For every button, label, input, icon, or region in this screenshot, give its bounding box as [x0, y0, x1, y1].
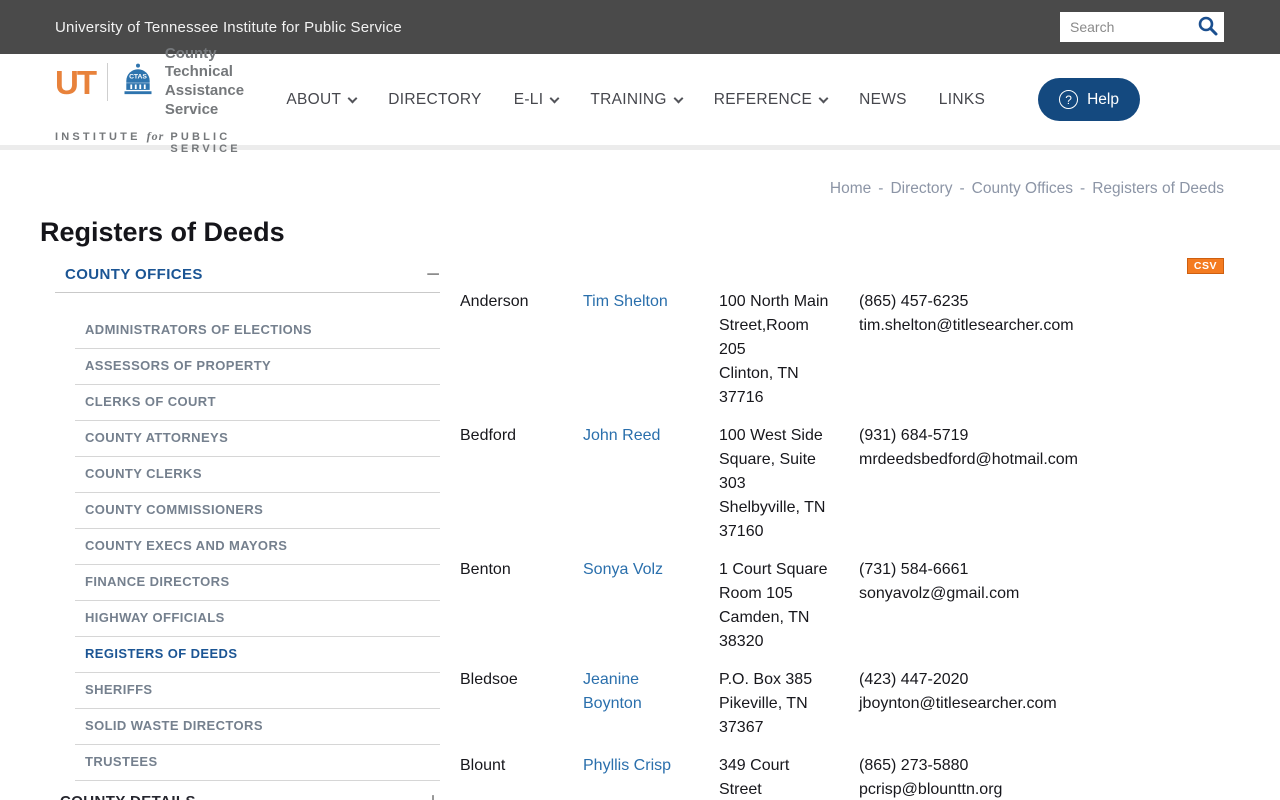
sidebar-item-registers-of-deeds[interactable]: REGISTERS OF DEEDS — [75, 637, 440, 673]
nav-item-training[interactable]: TRAINING — [590, 91, 684, 109]
sidebar-item-trustees[interactable]: TRUSTEES — [75, 745, 440, 781]
ctas-logo[interactable]: UT CTAS County Technical Assistance Serv — [55, 45, 286, 155]
official-link[interactable]: Phyllis Crisp — [583, 754, 719, 800]
institute-title: University of Tennessee Institute for Pu… — [55, 18, 402, 36]
org-name: County Technical Assistance Service — [164, 44, 245, 118]
breadcrumb-directory[interactable]: Directory — [890, 180, 952, 197]
help-button[interactable]: ? Help — [1038, 78, 1140, 121]
nav-item-links[interactable]: LINKS — [939, 91, 985, 109]
nav-item-directory[interactable]: DIRECTORY — [388, 91, 481, 109]
search-box — [1060, 12, 1224, 42]
county-cell: Benton — [460, 561, 511, 578]
email: sonyavolz@gmail.com — [859, 585, 1020, 602]
breadcrumb-county-offices[interactable]: County Offices — [972, 180, 1073, 197]
official-link[interactable]: John Reed — [583, 424, 719, 544]
sidebar-item-finance-directors[interactable]: FINANCE DIRECTORS — [75, 565, 440, 601]
contact-cell: (731) 584-6661 sonyavolz@gmail.com — [859, 558, 1224, 654]
ut-logo: UT — [55, 63, 97, 101]
email: tim.shelton@titlesearcher.com — [859, 317, 1074, 334]
directory-table: CSV Anderson Tim Shelton 100 North Main … — [440, 258, 1224, 800]
sidebar-item-assessors-of-property[interactable]: ASSESSORS OF PROPERTY — [75, 349, 440, 385]
chevron-down-icon — [549, 93, 560, 103]
contact-cell: (865) 273-5880 pcrisp@blounttn.org — [859, 754, 1224, 800]
phone: (865) 273-5880 — [859, 757, 969, 774]
accordion-label: COUNTY DETAILS — [60, 793, 196, 800]
chevron-down-icon — [673, 93, 684, 103]
address-cell: 100 North Main Street,Room 205 Clinton, … — [719, 293, 829, 406]
question-mark-icon: ? — [1059, 90, 1079, 109]
registers-list: Anderson Tim Shelton 100 North Main Stre… — [460, 290, 1224, 800]
accordion-county-details[interactable]: COUNTY DETAILS + — [55, 781, 440, 800]
capitol-dome-icon: CTAS — [120, 62, 156, 103]
breadcrumb-current: Registers of Deeds — [1092, 180, 1224, 197]
page-title: Registers of Deeds — [40, 217, 285, 247]
phone: (731) 584-6661 — [859, 561, 969, 578]
page-content: Home - Directory - County Offices - Registers … — [0, 180, 1280, 800]
sidebar-item-county-execs-and-mayors[interactable]: COUNTY EXECS AND MAYORS — [75, 529, 440, 565]
sidebar-list: ADMINISTRATORS OF ELECTIONS ASSESSORS OF… — [75, 313, 440, 781]
sidebar-item-county-attorneys[interactable]: COUNTY ATTORNEYS — [75, 421, 440, 457]
sidebar-item-solid-waste-directors[interactable]: SOLID WASTE DIRECTORS — [75, 709, 440, 745]
sidebar: COUNTY OFFICES − ADMINISTRATORS OF ELECT… — [40, 258, 440, 800]
institute-tagline: INSTITUTE for PUBLIC SERVICE — [55, 128, 241, 155]
address-cell: 100 West Side Square, Suite 303 Shelbyvi… — [719, 427, 826, 540]
phone: (423) 447-2020 — [859, 671, 969, 688]
sidebar-item-county-clerks[interactable]: COUNTY CLERKS — [75, 457, 440, 493]
breadcrumb-separator: - — [1080, 180, 1086, 197]
email: pcrisp@blounttn.org — [859, 781, 1003, 798]
breadcrumb: Home - Directory - County Offices - Registers … — [40, 180, 1224, 200]
phone: (931) 684-5719 — [859, 427, 969, 444]
sidebar-item-administrators-of-elections[interactable]: ADMINISTRATORS OF ELECTIONS — [75, 313, 440, 349]
phone: (865) 457-6235 — [859, 293, 969, 310]
nav-item-about[interactable]: ABOUT — [286, 91, 358, 109]
address-cell: P.O. Box 385 Pikeville, TN 37367 — [719, 671, 813, 736]
county-cell: Blount — [460, 757, 506, 774]
accordion-county-offices[interactable]: COUNTY OFFICES − — [55, 258, 440, 293]
chevron-down-icon — [347, 93, 358, 103]
official-link[interactable]: Tim Shelton — [583, 290, 719, 410]
breadcrumb-separator: - — [959, 180, 965, 197]
sidebar-item-county-commissioners[interactable]: COUNTY COMMISSIONERS — [75, 493, 440, 529]
minus-icon: − — [425, 260, 440, 288]
county-cell: Anderson — [460, 293, 529, 310]
plus-icon: + — [426, 789, 440, 800]
county-cell: Bedford — [460, 427, 517, 444]
email: mrdeedsbedford@hotmail.com — [859, 451, 1079, 468]
sidebar-item-sheriffs[interactable]: SHERIFFS — [75, 673, 440, 709]
address-cell: 1 Court Square Room 105 Camden, TN 38320 — [719, 561, 828, 650]
address-cell: 349 Court Street — [719, 757, 790, 798]
email: jboynton@titlesearcher.com — [859, 695, 1057, 712]
nav-item-eli[interactable]: E-LI — [514, 91, 560, 109]
official-link[interactable]: Sonya Volz — [583, 558, 719, 654]
sidebar-item-highway-officials[interactable]: HIGHWAY OFFICIALS — [75, 601, 440, 637]
accordion-label: COUNTY OFFICES — [65, 266, 203, 283]
search-icon — [1197, 15, 1219, 40]
contact-cell: (423) 447-2020 jboynton@titlesearcher.co… — [859, 668, 1224, 740]
main-nav: ABOUT DIRECTORY E-LI TRAINING REFERENCE … — [286, 78, 1140, 121]
official-link[interactable]: Jeanine Boynton — [583, 668, 719, 740]
svg-text:CTAS: CTAS — [129, 73, 147, 80]
chevron-down-icon — [818, 93, 829, 103]
contact-cell: (865) 457-6235 tim.shelton@titlesearcher… — [859, 290, 1224, 410]
csv-export-button[interactable]: CSV — [1186, 258, 1224, 274]
logo-divider — [107, 63, 108, 101]
nav-item-news[interactable]: NEWS — [859, 91, 907, 109]
breadcrumb-home[interactable]: Home — [830, 180, 871, 197]
sidebar-item-clerks-of-court[interactable]: CLERKS OF COURT — [75, 385, 440, 421]
search-input[interactable] — [1060, 19, 1195, 35]
county-cell: Bledsoe — [460, 671, 518, 688]
nav-item-reference[interactable]: REFERENCE — [714, 91, 829, 109]
breadcrumb-separator: - — [878, 180, 884, 197]
search-button[interactable] — [1195, 15, 1224, 40]
contact-cell: (931) 684-5719 mrdeedsbedford@hotmail.co… — [859, 424, 1224, 544]
site-header: UT CTAS County Technical Assistance Serv — [0, 45, 1280, 155]
